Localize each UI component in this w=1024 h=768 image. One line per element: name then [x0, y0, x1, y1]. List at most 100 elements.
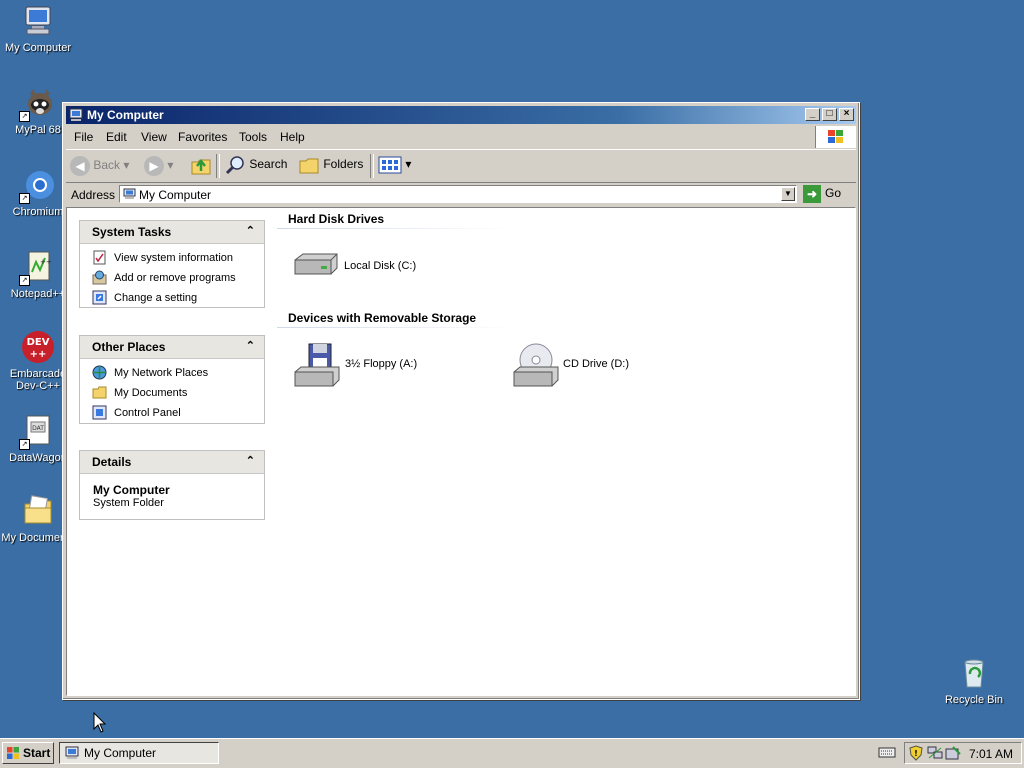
search-label: Search — [249, 157, 288, 172]
other-places-header[interactable]: Other Places ⌃ — [80, 336, 264, 359]
devcpp-icon: DEV ++ — [21, 330, 55, 364]
folders-label: Folders — [323, 157, 364, 172]
menu-tools[interactable]: Tools — [239, 130, 267, 144]
forward-button[interactable]: ▶ ▾ — [144, 156, 173, 176]
taskbar: Start My Computer ! 7:01 AM — [0, 738, 1024, 768]
desktop-icon-recycle-bin[interactable]: Recycle Bin — [936, 656, 1012, 706]
menu-view[interactable]: View — [141, 130, 167, 144]
pane-title: Other Places — [92, 340, 166, 354]
menu-file[interactable]: File — [74, 130, 93, 144]
drive-cd-d[interactable]: CD Drive (D:) — [510, 342, 680, 390]
my-computer-window[interactable]: My Computer _ □ × File Edit View Favorit… — [62, 102, 860, 700]
toolbar-separator — [216, 154, 220, 178]
tray-app-icon[interactable] — [945, 746, 961, 760]
place-my-network-places[interactable]: My Network Places — [92, 365, 264, 385]
up-button[interactable] — [190, 154, 212, 179]
control-panel-icon — [92, 405, 107, 420]
close-button[interactable]: × — [839, 108, 854, 121]
search-icon — [225, 156, 244, 175]
computer-icon — [65, 746, 79, 759]
back-label: Back — [93, 158, 121, 173]
address-dropdown-button[interactable]: ▼ — [781, 187, 795, 201]
menu-favorites[interactable]: Favorites — [178, 130, 227, 144]
drive-floppy-a[interactable]: 3½ Floppy (A:) — [291, 342, 471, 390]
collapse-icon[interactable]: ⌃ — [246, 454, 255, 467]
window-title: My Computer — [87, 108, 164, 122]
address-label: Address — [71, 188, 116, 202]
system-tasks-pane: System Tasks ⌃ View system information A… — [79, 220, 265, 308]
chevron-down-icon: ▾ — [167, 158, 174, 173]
maximize-button[interactable]: □ — [822, 108, 837, 121]
desktop-icon-my-computer[interactable]: My Computer — [0, 4, 76, 54]
drive-label: CD Drive (D:) — [563, 358, 629, 370]
back-arrow-icon: ◀ — [70, 156, 90, 176]
computer-icon — [123, 188, 136, 200]
drive-local-disk-c[interactable]: Local Disk (C:) — [291, 250, 431, 284]
go-arrow-icon: ➜ — [803, 185, 821, 203]
details-type: System Folder — [93, 497, 164, 509]
toolbar-separator — [370, 154, 374, 178]
task-view-system-information[interactable]: View system information — [92, 250, 264, 270]
task-change-setting[interactable]: Change a setting — [92, 290, 264, 310]
place-control-panel[interactable]: Control Panel — [92, 405, 264, 425]
address-bar: Address My Computer ▼ ➜ Go — [66, 183, 856, 207]
other-places-pane: Other Places ⌃ My Network Places My Docu… — [79, 335, 265, 424]
shortcut-arrow-icon: ↗ — [19, 193, 30, 204]
back-button[interactable]: ◀ Back ▾ — [70, 156, 129, 176]
content-area: System Tasks ⌃ View system information A… — [66, 207, 856, 696]
desktop-icon-label: My Computer — [4, 42, 72, 54]
drive-label: 3½ Floppy (A:) — [345, 358, 418, 370]
drive-label: Local Disk (C:) — [344, 260, 417, 272]
pane-title: Details — [92, 455, 132, 469]
svg-text:++: ++ — [30, 349, 47, 360]
folder-up-icon — [191, 158, 211, 175]
clock[interactable]: 7:01 AM — [969, 747, 1013, 761]
security-shield-icon[interactable]: ! — [909, 745, 923, 761]
search-button[interactable]: Search — [224, 154, 287, 176]
notepad-icon: ++ ↗ — [19, 250, 55, 286]
system-tasks-header[interactable]: System Tasks ⌃ — [80, 221, 264, 244]
recycle-bin-icon — [957, 656, 991, 690]
collapse-icon[interactable]: ⌃ — [246, 339, 255, 352]
start-label: Start — [23, 746, 51, 760]
group-title-hard-disks: Hard Disk Drives — [288, 212, 385, 226]
task-label: Add or remove programs — [114, 272, 236, 284]
collapse-icon[interactable]: ⌃ — [246, 224, 255, 237]
folders-button[interactable]: Folders — [298, 154, 363, 176]
chevron-down-icon: ▾ — [123, 158, 130, 173]
datawagon-icon: DAT ↗ — [19, 414, 55, 450]
taskbar-item-my-computer[interactable]: My Computer — [59, 742, 219, 764]
details-header[interactable]: Details ⌃ — [80, 451, 264, 474]
task-add-remove-programs[interactable]: Add or remove programs — [92, 270, 264, 290]
place-my-documents[interactable]: My Documents — [92, 385, 264, 405]
network-tray-icon[interactable] — [927, 746, 943, 760]
go-button[interactable]: ➜ Go — [803, 185, 841, 203]
start-button[interactable]: Start — [2, 742, 54, 764]
details-pane: Details ⌃ My Computer System Folder — [79, 450, 265, 520]
menu-help[interactable]: Help — [280, 130, 305, 144]
keyboard-icon[interactable] — [878, 745, 896, 759]
menu-edit[interactable]: Edit — [106, 130, 127, 144]
task-label: Change a setting — [114, 292, 198, 304]
cd-drive-icon — [513, 343, 559, 387]
address-value: My Computer — [139, 188, 212, 202]
folders-icon — [299, 158, 319, 174]
title-bar[interactable]: My Computer _ □ × — [66, 106, 856, 124]
svg-text:!: ! — [914, 749, 918, 758]
add-remove-icon — [92, 270, 107, 285]
views-button[interactable]: ▾ — [378, 154, 411, 176]
toolbar: ◀ Back ▾ ▶ ▾ Search Folders ▾ — [66, 149, 856, 183]
forward-arrow-icon: ▶ — [144, 156, 164, 176]
address-input[interactable]: My Computer ▼ — [119, 185, 797, 203]
menu-bar: File Edit View Favorites Tools Help — [66, 126, 856, 148]
minimize-button[interactable]: _ — [805, 108, 820, 121]
task-label: View system information — [114, 252, 234, 264]
views-icon — [378, 156, 402, 174]
shortcut-arrow-icon: ↗ — [19, 111, 30, 122]
folder-icon — [92, 386, 107, 399]
desktop-icon-label: Recycle Bin — [944, 694, 1004, 706]
computer-icon — [69, 108, 83, 122]
svg-text:DEV: DEV — [27, 337, 50, 348]
place-label: My Documents — [114, 387, 188, 399]
folder-icon — [21, 494, 55, 528]
